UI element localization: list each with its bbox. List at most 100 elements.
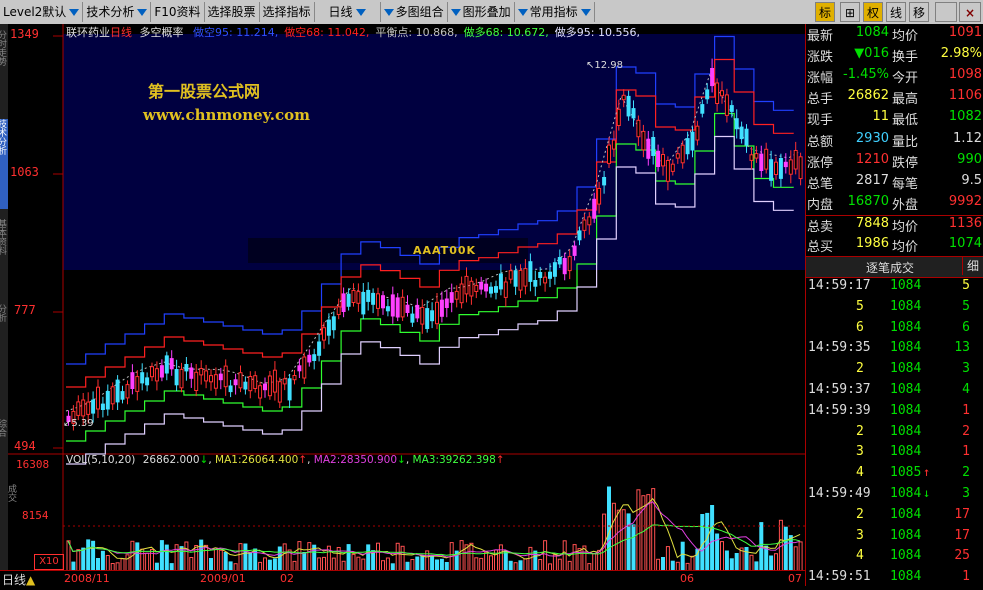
table-row[interactable]: 14:59:17 1084 5 [806,278,983,299]
toolbar-common-indicators[interactable]: 常用指标 [515,2,595,22]
toolbar-label: Level2默认 [3,5,67,19]
tab-analysis[interactable]: 分析 [0,304,8,344]
quote-value: 1098 [948,67,982,83]
table-row[interactable]: 4 1084 25 [806,548,983,569]
candle [695,125,700,141]
highlight-band [63,34,805,270]
x-axis-bar: 日线▲ 2008/11 2009/01 02 06 07 [0,570,805,587]
candle [494,286,498,293]
candle [243,381,248,390]
table-row[interactable]: 3 1084 17 [806,528,983,549]
table-row[interactable]: 2 1084 17 [806,507,983,528]
table-row[interactable]: 14:59:51 1084 1 [806,569,983,590]
table-row[interactable]: 14:59:35 1084 13 [806,340,983,361]
indicator-name: 多空概率 [139,26,184,39]
quote-key: 换手 [892,50,919,66]
candle [528,261,533,282]
toolbar-tech-analysis[interactable]: 技术分析 [83,2,152,22]
quote-value: -1.45% [843,67,889,83]
candle [267,375,272,397]
trade-volume: 2 [962,465,970,481]
candle [715,82,720,104]
candle [749,154,754,161]
trade-volume: 6 [962,319,970,335]
toolbar-label: 技术分析 [86,5,135,19]
candle [115,379,120,403]
candle [385,306,390,312]
candle [616,108,621,127]
tab-tech-analysis[interactable]: 技术分析 [0,119,8,209]
candle [592,198,597,219]
table-row[interactable]: 14:59:49 1084 ↓ 3 [806,486,983,507]
quote-value: 26862 [847,88,889,104]
toolbar-rights-button[interactable]: 权 [863,2,883,22]
toolbar-multi-chart[interactable]: 多图组合 [381,2,448,22]
candle [100,403,105,411]
tab-intraday[interactable]: 分时走势 [0,30,8,90]
trade-lot: 6 [856,319,864,335]
candle [86,401,91,415]
candle [366,289,371,302]
toolbar-overlay[interactable]: 图形叠加 [448,2,515,22]
table-row[interactable]: 14:59:37 1084 4 [806,382,983,403]
ma1-value: 26064.400 [241,454,299,466]
close-icon[interactable]: × [959,2,981,22]
toolbar-f10[interactable]: F10资料 [151,2,205,22]
volume-bar [243,543,248,573]
candle [656,150,661,168]
candle [769,159,774,181]
table-row[interactable]: 5 1084 5 [806,299,983,320]
toolbar-select-stock[interactable]: 选择股票 [205,2,260,22]
candle [346,293,351,307]
candle [552,262,557,277]
candle [297,365,302,372]
kline-chart[interactable] [8,24,805,574]
volume-bar [705,512,710,573]
candle [710,68,715,87]
volume-bar [793,546,798,573]
table-row[interactable]: 4 1085 ↑ 2 [806,465,983,486]
volume-bar [400,545,405,573]
annotation-high-value: 12.98 [594,60,624,71]
chart-area[interactable]: 联环药业日线 多空概率 做空95: 11.214, 做空68: 11.042, 平衡… [6,24,805,574]
trade-volume: 3 [962,486,970,501]
toolbar-line-button[interactable]: 线 [886,2,906,22]
period-button[interactable]: 日线▲ [2,571,35,588]
toolbar-layout-menu[interactable]: Level2默认 [0,2,84,22]
candle [680,144,685,164]
y-label: 777 [14,303,36,317]
table-row[interactable]: 3 1084 1 [806,444,983,465]
toolbar-move-button[interactable]: 移 [909,2,929,22]
quote-row: 总笔 2817 每笔 9.5 [806,173,983,195]
trade-lot: 5 [856,298,864,314]
candle [670,163,675,172]
table-row[interactable]: 2 1084 3 [806,361,983,382]
tab-basic-info[interactable]: 基本资料 [0,219,8,289]
candle [577,230,582,241]
trade-lot: 4 [856,548,864,564]
candle [469,280,474,297]
trades-detail-button[interactable]: 细 [962,257,983,275]
candle [611,139,616,150]
table-row[interactable]: 2 1084 2 [806,424,983,445]
tab-comprehensive[interactable]: 综合 [0,419,8,479]
ma3-value: 39262.398 [438,454,496,466]
candle [724,94,729,116]
candle [651,137,656,156]
candle [548,271,552,279]
candle [336,306,341,315]
volume-bar [66,540,71,573]
quote-key: 最新 [807,29,834,44]
table-row[interactable]: 6 1084 6 [806,320,983,341]
toolbar-grid-button[interactable]: ⊞ [840,2,860,22]
toolbar-select-indicator[interactable]: 选择指标 [260,2,315,22]
toolbar-extra-button[interactable] [935,2,957,22]
volume-bar [277,546,282,573]
quote-panel: 最新 1084 均价 1091 涨跌 ▼016 换手 2.98% 涨幅 -1.45% 今开 1098 总… [805,24,983,586]
table-row[interactable]: 14:59:39 1084 1 [806,403,983,424]
candle [464,275,469,295]
toolbar-period[interactable]: 日线 [315,2,381,22]
chevron-down-icon [69,8,80,16]
candle [798,156,803,180]
toolbar-mark-button[interactable]: 标 [815,2,835,22]
